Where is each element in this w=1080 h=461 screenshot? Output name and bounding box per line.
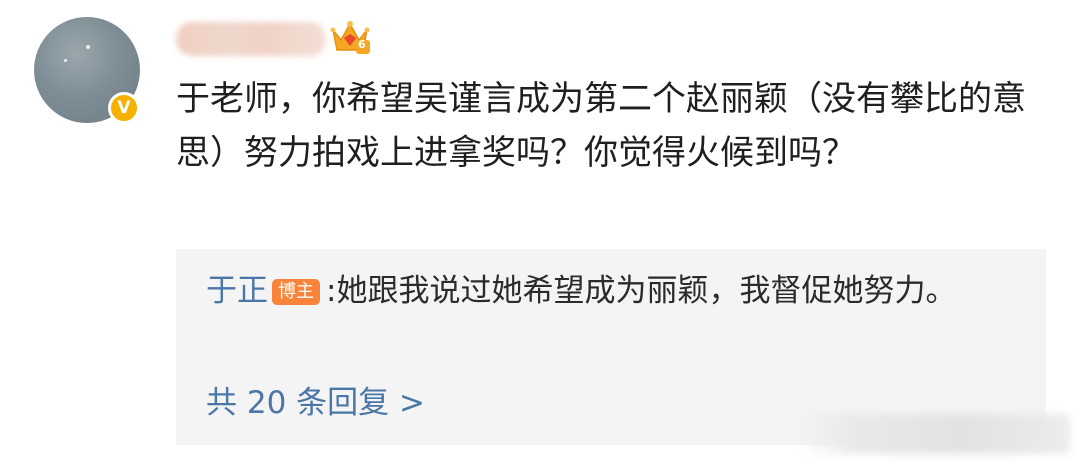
reply-text: 她跟我说过她希望成为丽颖，我督促她努力。: [336, 273, 957, 309]
verified-badge-icon: V: [108, 92, 140, 124]
watermark-blurred: [800, 414, 1070, 454]
membership-level: 6: [358, 38, 366, 51]
reply-count-link[interactable]: 共 20 条回复 >: [206, 381, 425, 425]
comment-text: 于老师，你希望吴谨言成为第二个赵丽颖（没有攀比的意思）努力拍戏上进拿奖吗？你觉得…: [176, 79, 1026, 173]
avatar-speck: [64, 59, 67, 62]
author-badge: 博主: [272, 279, 320, 305]
reply-author[interactable]: 于正: [206, 273, 268, 309]
avatar-speck: [86, 45, 90, 49]
username-blurred[interactable]: [176, 22, 326, 56]
reply-separator: :: [326, 273, 337, 309]
membership-crown-icon: 6: [330, 20, 370, 56]
reply-line: 于正 博主:她跟我说过她希望成为丽颖，我督促她努力。: [206, 265, 1026, 317]
